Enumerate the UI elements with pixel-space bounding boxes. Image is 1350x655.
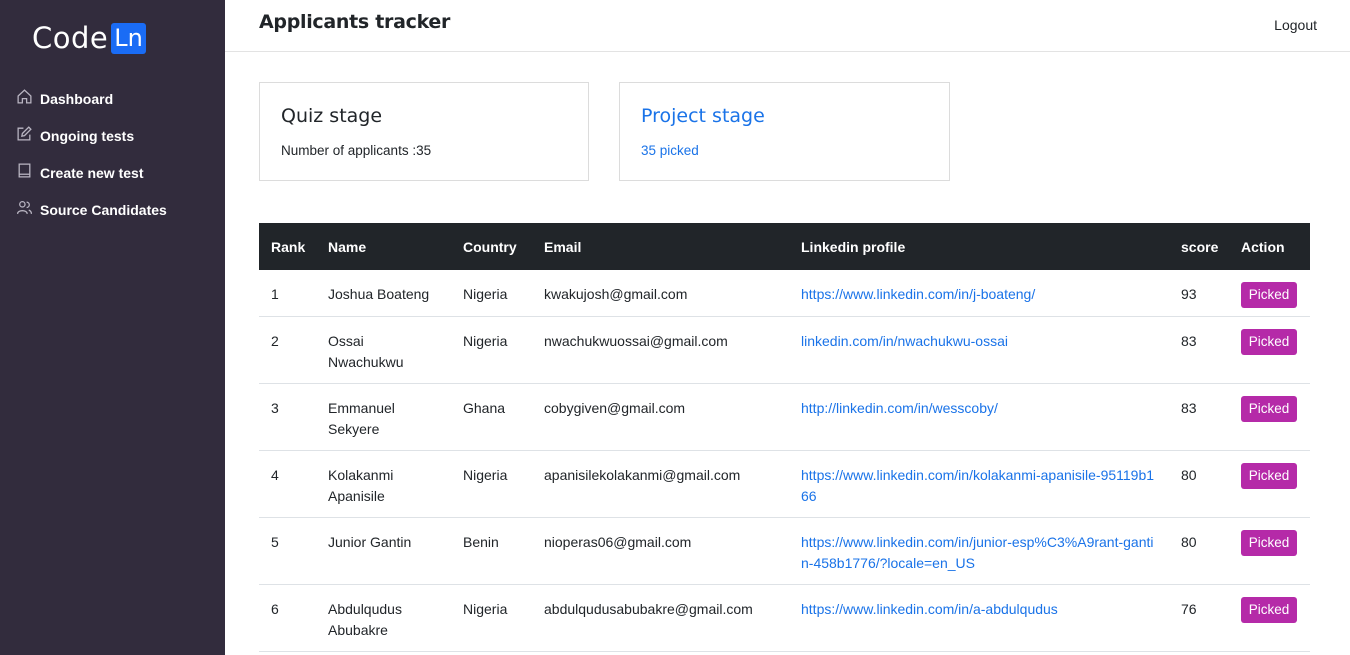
- country-cell: Nigeria: [451, 316, 532, 384]
- rank-cell: 1: [259, 270, 316, 317]
- table-header-row: Rank Name Country Email Linkedin profile…: [259, 223, 1310, 270]
- linkedin-link[interactable]: http://linkedin.com/in/wesscoby/: [801, 400, 998, 416]
- country-cell: Benin: [451, 517, 532, 585]
- email-cell: nioperas06@gmail.com: [532, 517, 789, 585]
- project-stage-card[interactable]: Project stage 35 picked: [619, 82, 950, 181]
- book-icon: [16, 162, 40, 184]
- quiz-stage-card[interactable]: Quiz stage Number of applicants :35: [259, 82, 589, 181]
- action-cell: Picked: [1229, 383, 1310, 451]
- rank-cell: 5: [259, 517, 316, 585]
- sidebar: Code Ln Dashboard Ongoing tests Create n…: [0, 0, 225, 655]
- edit-icon: [16, 125, 40, 147]
- logo-ln-badge: Ln: [111, 22, 146, 54]
- applicants-table: Rank Name Country Email Linkedin profile…: [259, 223, 1310, 652]
- name-cell: Ossai Nwachukwu: [316, 316, 451, 384]
- rank-cell: 4: [259, 450, 316, 518]
- picked-button[interactable]: Picked: [1241, 282, 1297, 308]
- action-cell: Picked: [1229, 584, 1310, 652]
- sidebar-item-ongoing-tests[interactable]: Ongoing tests: [0, 117, 225, 154]
- linkedin-link[interactable]: https://www.linkedin.com/in/junior-esp%C…: [801, 534, 1154, 571]
- users-icon: [16, 199, 40, 221]
- name-cell: Emmanuel Sekyere: [316, 383, 451, 451]
- rank-cell: 6: [259, 584, 316, 652]
- table-row: 6 Abdulqudus Abubakre Nigeria abdulqudus…: [259, 584, 1310, 652]
- linkedin-link[interactable]: https://www.linkedin.com/in/j-boateng/: [801, 286, 1035, 302]
- name-cell: Kolakanmi Apanisile: [316, 450, 451, 518]
- linkedin-link[interactable]: linkedin.com/in/nwachukwu-ossai: [801, 333, 1008, 349]
- home-icon: [16, 88, 40, 110]
- action-cell: Picked: [1229, 450, 1310, 518]
- sidebar-item-create-new-test[interactable]: Create new test: [0, 154, 225, 191]
- picked-button[interactable]: Picked: [1241, 596, 1297, 623]
- table-row: 4 Kolakanmi Apanisile Nigeria apanisilek…: [259, 450, 1310, 518]
- score-cell: 93: [1169, 270, 1229, 317]
- picked-button[interactable]: Picked: [1241, 328, 1297, 355]
- sidebar-item-source-candidates[interactable]: Source Candidates: [0, 191, 225, 228]
- logo-code-text: Code: [32, 21, 109, 55]
- country-cell: Nigeria: [451, 584, 532, 652]
- email-cell: abdulqudusabubakre@gmail.com: [532, 584, 789, 652]
- quiz-stage-title: Quiz stage: [281, 105, 383, 127]
- column-header-email: Email: [544, 238, 582, 255]
- action-cell: Picked: [1229, 316, 1310, 384]
- rank-cell: 2: [259, 316, 316, 384]
- action-cell: Picked: [1229, 517, 1310, 585]
- project-stage-title: Project stage: [641, 105, 765, 127]
- score-cell: 83: [1169, 383, 1229, 451]
- sidebar-item-label: Ongoing tests: [40, 127, 135, 144]
- column-header-linkedin: Linkedin profile: [801, 238, 906, 255]
- table-row: 1 Joshua Boateng Nigeria kwakujosh@gmail…: [259, 270, 1310, 317]
- column-header-name: Name: [328, 238, 367, 255]
- name-cell: Junior Gantin: [316, 517, 451, 585]
- rank-cell: 3: [259, 383, 316, 451]
- score-cell: 83: [1169, 316, 1229, 384]
- email-cell: kwakujosh@gmail.com: [532, 270, 789, 317]
- score-cell: 76: [1169, 584, 1229, 652]
- name-cell: Joshua Boateng: [316, 270, 451, 317]
- score-cell: 80: [1169, 517, 1229, 585]
- top-header: Applicants tracker Logout: [225, 0, 1350, 52]
- linkedin-link[interactable]: https://www.linkedin.com/in/kolakanmi-ap…: [801, 467, 1154, 504]
- linkedin-cell: https://www.linkedin.com/in/j-boateng/: [789, 270, 1169, 317]
- page-title: Applicants tracker: [259, 11, 451, 33]
- country-cell: Ghana: [451, 383, 532, 451]
- score-cell: 80: [1169, 450, 1229, 518]
- linkedin-cell: https://www.linkedin.com/in/junior-esp%C…: [789, 517, 1169, 585]
- picked-button[interactable]: Picked: [1241, 462, 1297, 489]
- linkedin-cell: linkedin.com/in/nwachukwu-ossai: [789, 316, 1169, 384]
- linkedin-cell: https://www.linkedin.com/in/kolakanmi-ap…: [789, 450, 1169, 518]
- sidebar-item-label: Create new test: [40, 164, 144, 181]
- table-row: 5 Junior Gantin Benin nioperas06@gmail.c…: [259, 517, 1310, 585]
- sidebar-item-dashboard[interactable]: Dashboard: [0, 80, 225, 117]
- email-cell: nwachukwuossai@gmail.com: [532, 316, 789, 384]
- table-row: 3 Emmanuel Sekyere Ghana cobygiven@gmail…: [259, 383, 1310, 451]
- table-row: 2 Ossai Nwachukwu Nigeria nwachukwuossai…: [259, 316, 1310, 384]
- picked-button[interactable]: Picked: [1241, 395, 1297, 422]
- logo[interactable]: Code Ln: [32, 22, 146, 54]
- linkedin-cell: http://linkedin.com/in/wesscoby/: [789, 383, 1169, 451]
- linkedin-cell: https://www.linkedin.com/in/a-abdulqudus: [789, 584, 1169, 652]
- sidebar-item-label: Dashboard: [40, 90, 114, 107]
- quiz-applicants-count: Number of applicants :35: [281, 143, 432, 158]
- country-cell: Nigeria: [451, 450, 532, 518]
- email-cell: apanisilekolakanmi@gmail.com: [532, 450, 789, 518]
- column-header-score: score: [1181, 238, 1219, 255]
- email-cell: cobygiven@gmail.com: [532, 383, 789, 451]
- sidebar-nav: Dashboard Ongoing tests Create new test …: [0, 80, 225, 228]
- logout-button[interactable]: Logout: [1274, 17, 1317, 33]
- column-header-action: Action: [1241, 238, 1285, 255]
- picked-button[interactable]: Picked: [1241, 529, 1297, 556]
- linkedin-link[interactable]: https://www.linkedin.com/in/a-abdulqudus: [801, 601, 1058, 617]
- column-header-rank: Rank: [271, 238, 306, 255]
- column-header-country: Country: [463, 238, 517, 255]
- name-cell: Abdulqudus Abubakre: [316, 584, 451, 652]
- project-picked-count: 35 picked: [641, 143, 699, 158]
- country-cell: Nigeria: [451, 270, 532, 317]
- action-cell: Picked: [1229, 270, 1310, 317]
- sidebar-item-label: Source Candidates: [40, 201, 167, 218]
